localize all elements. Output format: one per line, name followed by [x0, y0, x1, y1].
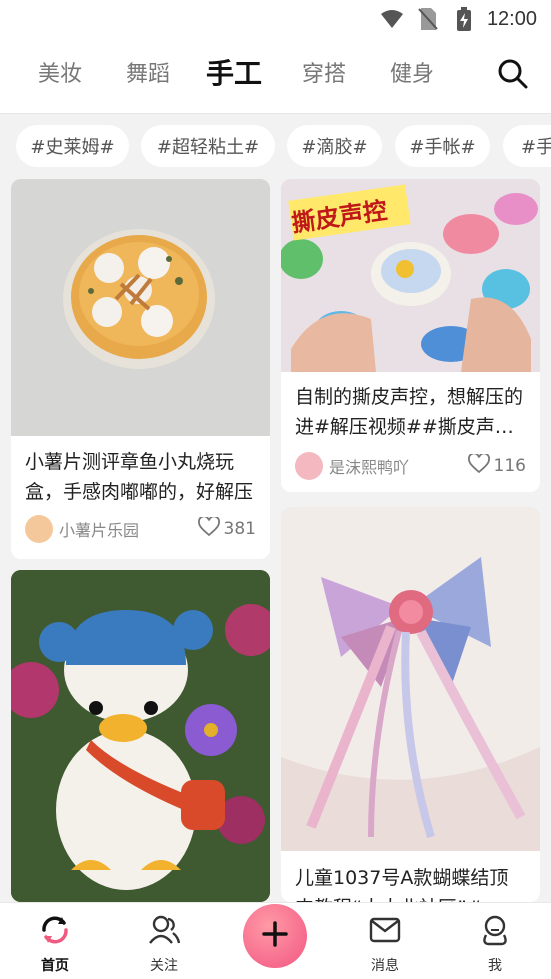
nav-me-label: 我	[488, 958, 502, 974]
tab-handcraft[interactable]: 手工	[206, 48, 262, 92]
search-icon[interactable]	[497, 58, 529, 90]
category-tabs: 美妆 舞蹈 手工 穿搭 健身	[0, 38, 551, 114]
card-image	[11, 570, 270, 902]
heart-icon	[467, 452, 490, 479]
card-image	[11, 179, 270, 436]
avatar[interactable]	[295, 452, 323, 480]
status-bar: 12:00	[0, 0, 551, 38]
feed-card[interactable]	[11, 570, 270, 902]
tab-fitness[interactable]: 健身	[390, 56, 434, 88]
chip-slime[interactable]: #史莱姆#	[16, 125, 129, 167]
nav-messages-label: 消息	[371, 958, 399, 974]
feed-card[interactable]: 撕皮声控 自制的撕皮声控，想解压的进#解压视频##撕皮声控# 是沫熙鸭吖 116	[281, 179, 540, 492]
mail-icon	[368, 913, 402, 951]
home-icon	[38, 913, 72, 951]
card-author[interactable]: 是沫熙鸭吖	[329, 454, 468, 478]
card-meta: 是沫熙鸭吖 116	[295, 451, 526, 481]
card-likes[interactable]: 116	[467, 452, 526, 479]
card-author[interactable]: 小薯片乐园	[59, 517, 198, 541]
feed-card[interactable]: 小薯片测评章鱼小丸烧玩盒，手感肉嘟嘟的，好解压 小薯片乐园 381	[11, 179, 270, 559]
no-sim-icon	[415, 6, 441, 32]
nav-following[interactable]: 关注	[134, 913, 194, 975]
hashtag-chips: #史莱姆# #超轻粘土# #滴胶# #手帐# #手	[0, 114, 551, 178]
card-title: 儿童1037号A款蝴蝶结顶夹教程“大大北社区”#	[295, 867, 509, 902]
likes-count: 116	[493, 456, 526, 476]
nav-home-label: 首页	[41, 958, 69, 974]
nav-following-label: 关注	[150, 958, 178, 974]
nav-me[interactable]: 我	[465, 913, 525, 975]
user-icon	[478, 913, 512, 951]
avatar[interactable]	[25, 515, 53, 543]
card-likes[interactable]: 381	[197, 515, 256, 542]
status-time: 12:00	[486, 7, 537, 30]
feed-card[interactable]: 儿童1037号A款蝴蝶结顶夹教程“大大北社区”#	[281, 507, 540, 902]
tab-makeup[interactable]: 美妆	[38, 56, 82, 88]
card-title: 自制的撕皮声控，想解压的进#解压视频##撕皮声控#	[295, 386, 524, 438]
tab-dance[interactable]: 舞蹈	[126, 56, 170, 88]
battery-charging-icon	[451, 6, 477, 32]
wifi-icon	[379, 6, 405, 32]
create-button[interactable]	[243, 904, 307, 968]
tab-outfit[interactable]: 穿搭	[302, 56, 346, 88]
heart-icon	[197, 515, 220, 542]
chip-clay[interactable]: #超轻粘土#	[141, 125, 275, 167]
nav-home[interactable]: 首页	[25, 913, 85, 975]
likes-count: 381	[223, 519, 256, 539]
card-image	[281, 507, 540, 851]
nav-messages[interactable]: 消息	[355, 913, 415, 975]
chip-resin[interactable]: #滴胶#	[287, 125, 382, 167]
card-title: 小薯片测评章鱼小丸烧玩盒，手感肉嘟嘟的，好解压	[25, 451, 254, 503]
chip-journal[interactable]: #手帐#	[395, 125, 490, 167]
plus-icon	[261, 920, 289, 952]
card-image: 撕皮声控	[281, 179, 540, 372]
card-meta: 小薯片乐园 381	[25, 514, 256, 544]
chip-partial[interactable]: #手	[503, 125, 551, 167]
people-icon	[147, 913, 181, 951]
